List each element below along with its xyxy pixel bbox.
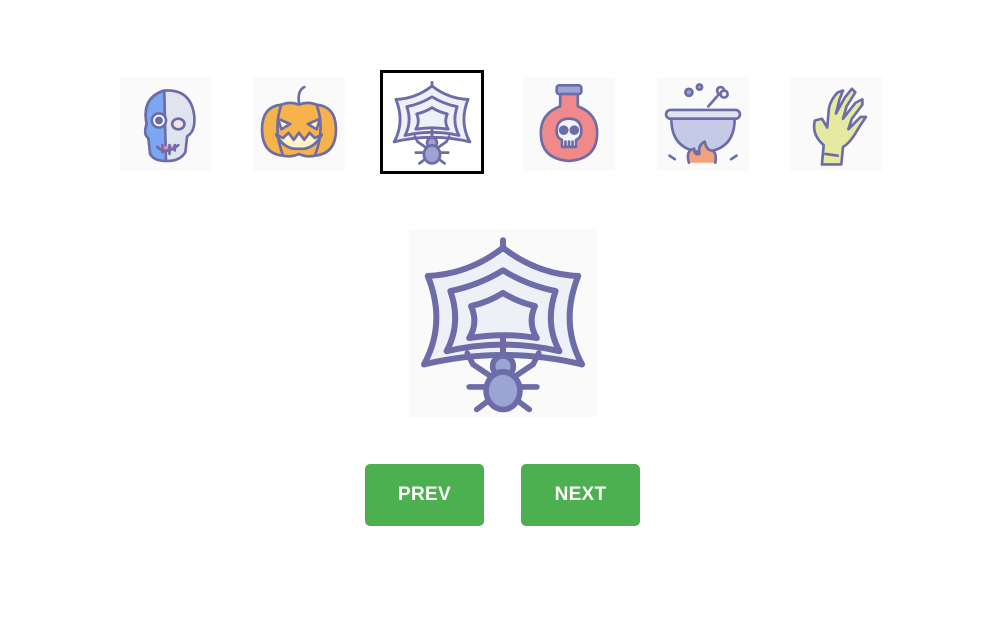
spider-web-icon [387,77,477,167]
jack-o-lantern-icon [260,85,338,158]
thumbnail-spider-web[interactable] [380,70,484,174]
thumbnail-zombie-hand[interactable] [790,77,882,171]
next-button[interactable]: NEXT [521,464,640,526]
thumbnail-jack-o-lantern[interactable] [253,77,345,171]
thumbnail-witch-cauldron[interactable] [657,77,749,171]
poison-potion-icon [539,83,599,163]
main-image-viewer [409,229,597,417]
zombie-skull-icon [143,89,196,163]
zombie-hand-icon [812,87,868,166]
spider-web-icon [409,229,597,417]
witch-cauldron-icon [664,83,742,165]
thumbnail-zombie-skull[interactable] [120,77,212,171]
thumbnail-poison-potion[interactable] [523,77,615,171]
prev-button[interactable]: PREV [365,464,484,526]
